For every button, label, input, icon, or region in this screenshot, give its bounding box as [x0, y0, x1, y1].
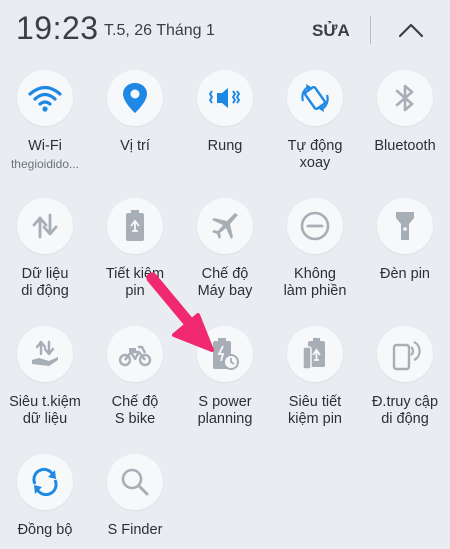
wifi-network-name: thegioidido... — [10, 157, 80, 171]
tile-label: Rung — [207, 138, 243, 154]
tile-do-not-disturb-circle[interactable] — [287, 198, 343, 254]
tile-label: Siêu tiết kiệm pin — [288, 394, 342, 427]
vibrate-icon — [209, 88, 240, 108]
tile-sync[interactable]: Đồng bộ — [0, 446, 90, 539]
mobile-hotspot-icon — [392, 341, 421, 371]
tile-auto-rotate-circle[interactable] — [287, 70, 343, 126]
tile-s-bike[interactable]: Chế độ S bike — [90, 318, 180, 428]
tile-battery-saver[interactable]: Tiết kiệm pin — [90, 190, 180, 300]
tile-mobile-hotspot[interactable]: Đ.truy cập di động — [360, 318, 450, 428]
mobile-data-icon — [32, 213, 58, 239]
s-bike-icon — [118, 345, 152, 367]
tile-s-finder[interactable]: S Finder — [90, 446, 180, 539]
wifi-icon — [28, 85, 62, 112]
tile-s-bike-circle[interactable] — [107, 326, 163, 382]
auto-rotate-icon — [301, 84, 329, 112]
data-saver-icon — [32, 340, 58, 366]
tile-label: S Finder — [107, 522, 163, 538]
tile-airplane[interactable]: Chế độ Máy bay — [180, 190, 270, 300]
tile-ultra-power-saving[interactable]: Siêu tiết kiệm pin — [270, 318, 360, 428]
airplane-icon — [212, 213, 238, 239]
s-power-planning-icon — [213, 338, 239, 370]
tile-label: Đèn pin — [380, 266, 430, 282]
tile-data-saver[interactable]: Siêu t.kiệm dữ liệu — [0, 318, 90, 428]
chevron-up-icon — [398, 23, 424, 38]
tile-vibrate[interactable]: Rung — [180, 62, 270, 155]
date: T.5, 26 Tháng 1 — [104, 22, 215, 39]
tile-mobile-data[interactable]: Dữ liệu di động — [0, 190, 90, 300]
tile-flashlight-circle[interactable] — [377, 198, 433, 254]
tile-location-circle[interactable] — [107, 70, 163, 126]
tile-flashlight[interactable]: Đèn pin — [360, 190, 450, 283]
tile-sync-circle[interactable] — [17, 454, 73, 510]
header-divider — [370, 16, 371, 44]
tile-label: Đ.truy cập di động — [371, 394, 439, 427]
tile-label: Không làm phiền — [283, 266, 347, 299]
search-icon — [121, 468, 149, 496]
tile-label: Wi-Fi — [28, 138, 62, 154]
quick-panel-header: 19:23 T.5, 26 Tháng 1 SỬA — [0, 0, 450, 62]
location-icon — [123, 83, 147, 113]
tile-s-power-planning-circle[interactable] — [197, 326, 253, 382]
sync-icon — [32, 467, 58, 497]
tile-label: Tự động xoay — [287, 138, 343, 171]
tile-s-finder-circle[interactable] — [107, 454, 163, 510]
tile-label: S power planning — [197, 394, 253, 427]
tile-battery-saver-circle[interactable] — [107, 198, 163, 254]
collapse-button[interactable] — [394, 16, 428, 44]
tile-label: Siêu t.kiệm dữ liệu — [9, 394, 81, 427]
tile-label: Bluetooth — [374, 138, 436, 154]
tile-label: Chế độ S bike — [111, 394, 159, 427]
tile-label: Dữ liệu di động — [21, 266, 69, 299]
tile-location[interactable]: Vị trí — [90, 62, 180, 155]
tile-s-power-planning[interactable]: S power planning — [180, 318, 270, 428]
tile-airplane-circle[interactable] — [197, 198, 253, 254]
edit-button[interactable]: SỬA — [312, 21, 350, 41]
tile-auto-rotate[interactable]: Tự động xoay — [270, 62, 360, 172]
tile-mobile-hotspot-circle[interactable] — [377, 326, 433, 382]
tile-label: Tiết kiệm pin — [105, 266, 165, 299]
bluetooth-icon — [395, 84, 414, 112]
tile-label: Đồng bộ — [17, 522, 73, 538]
tile-mobile-data-circle[interactable] — [17, 198, 73, 254]
do-not-disturb-icon — [300, 211, 330, 241]
tile-wifi[interactable]: Wi-Fi thegioidido... — [0, 62, 90, 171]
tile-bluetooth[interactable]: Bluetooth — [360, 62, 450, 155]
tile-wifi-circle[interactable] — [17, 70, 73, 126]
tile-bluetooth-circle[interactable] — [377, 70, 433, 126]
tile-ultra-power-saving-circle[interactable] — [287, 326, 343, 382]
tile-do-not-disturb[interactable]: Không làm phiền — [270, 190, 360, 300]
tile-data-saver-circle[interactable] — [17, 326, 73, 382]
tile-vibrate-circle[interactable] — [197, 70, 253, 126]
ultra-power-saving-icon — [302, 338, 325, 370]
clock: 19:23 — [16, 10, 99, 46]
tile-label: Vị trí — [120, 138, 150, 154]
flashlight-icon — [396, 212, 414, 240]
tile-label: Chế độ Máy bay — [197, 266, 253, 299]
battery-saver-icon — [126, 210, 144, 241]
